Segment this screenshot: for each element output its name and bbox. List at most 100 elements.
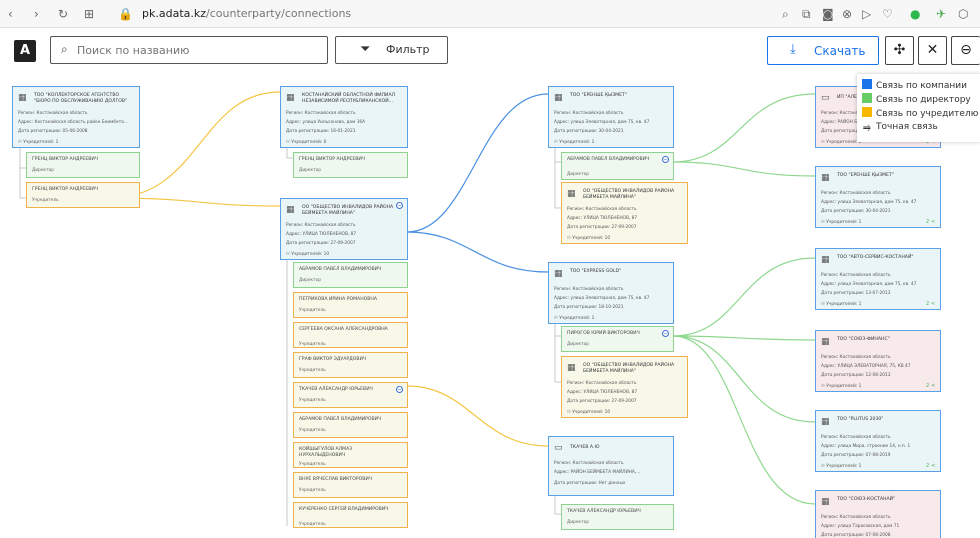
company-founders: ⚇ Учредителей: 10 <box>286 252 330 257</box>
person-card[interactable]: ТКАЧЕВ АЛЕКСАНДР ЮРЬЕВИЧ Директор <box>561 504 674 530</box>
company-address: Адрес: УЛИЦА ТЮЛЕНЕНОВ, 87 <box>286 232 357 237</box>
app-logo[interactable]: A <box>14 40 36 62</box>
person-role: Учредитель <box>299 488 326 493</box>
company-card[interactable]: ▦ ТОО "АВТО-СЕРВИС-КОСТАНАЙ" Регион: Кос… <box>815 248 941 310</box>
collapse-toggle[interactable]: − <box>662 330 669 337</box>
company-card[interactable]: ▦ ТОО "ЕРЕНШЕ ҚЫЗМЕТ" Регион: Костанайск… <box>815 166 941 228</box>
company-reg-date: Дата регистрации: 27-09-2007 <box>567 225 637 230</box>
person-name: АБРАМОВ ПАВЕЛ ВЛАДИМИРОВИЧ <box>299 267 382 272</box>
person-card[interactable]: АБРАМОВ ПАВЕЛ ВЛАДИМИРОВИЧ Директор <box>293 262 408 288</box>
person-name: АБРАМОВ ПАВЕЛ ВЛАДИМИРОВИЧ <box>567 157 650 162</box>
company-founders: ⚇ Учредителей: 1 <box>18 140 59 145</box>
screenshot-icon[interactable]: ⧉ <box>802 6 811 22</box>
legend-swatch <box>862 107 872 117</box>
link-count[interactable]: 2 ⋖ <box>926 463 935 469</box>
company-founders: ⚇ Учредителей: 10 <box>567 410 611 415</box>
link-count[interactable]: 2 ⋖ <box>926 219 935 225</box>
extension-icon[interactable]: ✈ <box>936 6 946 22</box>
search-box[interactable]: ⌕ <box>50 36 328 64</box>
company-card[interactable]: ▭ ТКАЧЕВ А.Ю Регион: Костанайская област… <box>548 436 674 496</box>
person-card[interactable]: АБРАМОВ ПАВЕЛ ВЛАДИМИРОВИЧ − Директор <box>561 152 674 180</box>
funnel-icon: ⏷ <box>360 42 371 57</box>
person-card[interactable]: ГРАФ ВИКТОР ЭДУАРДОВИЧ Учредитель <box>293 352 408 378</box>
url-path: /counterparty/connections <box>206 7 352 20</box>
company-address: Адрес: УЛИЦА ТЮЛЕНЕНОВ, 87 <box>567 390 638 395</box>
person-card[interactable]: ГРЕНЦ ВИКТОР АНДРЕЕВИЧ Директор <box>26 152 140 178</box>
filter-button[interactable]: ⏷ Фильтр <box>335 36 448 64</box>
person-card[interactable]: КОЙШЫГУЛОВ АЛМАЗ НУРХАЛЫДЕНОВИЧ Учредите… <box>293 442 408 468</box>
building-icon: ▦ <box>554 93 563 103</box>
link-count[interactable]: 2 ⋖ <box>926 301 935 307</box>
search-input[interactable] <box>77 41 317 59</box>
company-card[interactable]: ▦ ТОО "PLUTUS 2030" Регион: Костанайская… <box>815 410 941 472</box>
collapse-toggle[interactable]: − <box>662 156 669 163</box>
collapse-toggle[interactable]: − <box>396 202 403 209</box>
person-card[interactable]: СЕРГЕЕВА ОКСАНА АЛЕКСАНДРОВНА Учредитель <box>293 322 408 348</box>
company-founders: ⚇ Учредителей: 1 <box>554 140 595 145</box>
reload-icon[interactable]: ↻ <box>58 6 68 22</box>
company-founders: ⚇ Учредителей: 1 <box>821 302 862 307</box>
edge-company <box>406 93 549 233</box>
person-card[interactable]: АБРАМОВ ПАВЕЛ ВЛАДИМИРОВИЧ Учредитель <box>293 412 408 438</box>
person-card[interactable]: КУЧЕРЕНКО СЕРГЕЙ ВЛАДИМИРОВИЧ Учредитель <box>293 502 408 528</box>
person-card[interactable]: ПЕТРИКОВА ИРИНА РОМАНОВНА Учредитель <box>293 292 408 318</box>
company-reg-date: Дата регистрации: 30-04-2021 <box>554 129 624 134</box>
graph-canvas[interactable]: ▦ ТОО "КОЛЛЕКТОРСКОЕ АГЕНТСТВО "БЮРО ПО … <box>0 72 980 538</box>
edge-director <box>672 335 816 505</box>
apps-icon[interactable]: ⊞ <box>84 6 94 22</box>
company-card[interactable]: ▦ ТОО "СОЮЗ-КОСТАНАЙ" Регион: Костанайск… <box>815 490 941 538</box>
zoom-icon[interactable]: ⌕ <box>782 6 789 22</box>
graph-layout-button[interactable]: ✣ <box>885 36 914 65</box>
building-icon: ▦ <box>821 173 830 183</box>
person-name: ГРЕНЦ ВИКТОР АНДРЕЕВИЧ <box>32 187 98 192</box>
legend-item: Связь по учредителю <box>862 107 978 119</box>
company-card[interactable]: ▦ ТОО "EXPRESS GOLD" Регион: Костанайска… <box>548 262 674 324</box>
company-card[interactable]: ▦ ОО "ОБЩЕСТВО ИНВАЛИДОВ РАЙОНА БЕЙМБЕТА… <box>561 356 688 418</box>
person-role: Учредитель <box>299 308 326 313</box>
link-count[interactable]: 2 ⋖ <box>926 383 935 389</box>
person-card[interactable]: ТКАЧЕВ АЛЕКСАНДР ЮРЬЕВИЧ − Учредитель <box>293 382 408 408</box>
box-icon[interactable]: ⬡ <box>958 6 968 22</box>
zoom-out-button[interactable]: ⊖ <box>951 36 980 65</box>
company-founders: ⚇ Учредителей: 1 <box>554 316 595 321</box>
address-bar[interactable]: pk.adata.kz/counterparty/connections <box>142 6 351 22</box>
person-name: ПЕТРИКОВА ИРИНА РОМАНОВНА <box>299 297 378 302</box>
company-name: ТОО "КОЛЛЕКТОРСКОЕ АГЕНТСТВО "БЮРО ПО ОБ… <box>34 93 128 104</box>
building-icon: ▦ <box>286 93 295 103</box>
person-card[interactable]: ГРЕНЦ ВИКТОР АНДРЕЕВИЧ Учредитель <box>26 182 140 208</box>
company-founders: ⚇ Учредителей: 1 <box>821 464 862 469</box>
legend-item: ⥤ Точная связь <box>863 122 938 133</box>
person-role: Директор <box>299 168 321 173</box>
download-button[interactable]: ⤓ Скачать <box>767 36 879 65</box>
company-card[interactable]: ▦ ТОО "ЕРЕНШЕ ҚЫЗМЕТ" Регион: Костанайск… <box>548 86 674 148</box>
building-icon: ▦ <box>286 205 295 215</box>
heart-icon[interactable]: ♡ <box>882 6 893 22</box>
person-card[interactable]: ПИРОГОВ ЮРИЙ ВИКТОРОВИЧ − Директор <box>561 326 674 352</box>
company-card[interactable]: ▦ КОСТАНАЙСКИЙ ОБЛАСТНОЙ ФИЛИАЛ НЕЗАВИСИ… <box>280 86 408 148</box>
company-address: Адрес: УЛИЦА ЭЛЕВАТОРНАЯ, 75, КВ 47 <box>821 364 911 369</box>
company-address: Адрес: улица Уильсонова, дом 16А <box>286 120 366 125</box>
company-address: Адрес: УЛИЦА ТЮЛЕНЕНОВ, 87 <box>567 216 638 221</box>
company-name: ТОО "EXPRESS GOLD" <box>570 269 622 274</box>
back-icon[interactable]: ‹ <box>8 6 13 22</box>
forward-icon[interactable]: › <box>34 6 39 22</box>
company-reg-date: Дата регистрации: Нет данных <box>554 481 626 486</box>
company-reg-date: Дата регистрации: 05-06-2008 <box>18 129 88 134</box>
close-button[interactable]: ✕ <box>918 36 947 65</box>
person-card[interactable]: ВНУЕ ВЯЧЕСЛАВ ВИКТОРОВИЧ Учредитель <box>293 472 408 498</box>
legend-item: Связь по директору <box>862 93 971 105</box>
company-card[interactable]: ▦ ОО "ОБЩЕСТВО ИНВАЛИДОВ РАЙОНА БЕЙМБЕТА… <box>280 198 408 260</box>
collapse-toggle[interactable]: − <box>396 386 403 393</box>
person-card[interactable]: ГРЕНЦ ВИКТОР АНДРЕЕВИЧ Директор <box>293 152 408 178</box>
send-icon[interactable]: ▷ <box>862 6 871 22</box>
person-role: Учредитель <box>299 462 326 467</box>
company-card[interactable]: ▦ ТОО "СОЮЗ-ФИНАНС" Регион: Костанайская… <box>815 330 941 392</box>
company-card[interactable]: ▦ ОО "ОБЩЕСТВО ИНВАЛИДОВ РАЙОНА БЕЙМБЕТА… <box>561 182 688 244</box>
camera-icon[interactable]: ◙ <box>822 6 834 22</box>
edge-director <box>672 257 816 337</box>
company-reg-date: Дата регистрации: 12-08-2013 <box>821 373 891 378</box>
shield-check-icon[interactable]: ● <box>910 6 920 22</box>
legend-swatch <box>862 93 872 103</box>
block-icon[interactable]: ⊗ <box>842 6 852 22</box>
company-card[interactable]: ▦ ТОО "КОЛЛЕКТОРСКОЕ АГЕНТСТВО "БЮРО ПО … <box>12 86 140 148</box>
